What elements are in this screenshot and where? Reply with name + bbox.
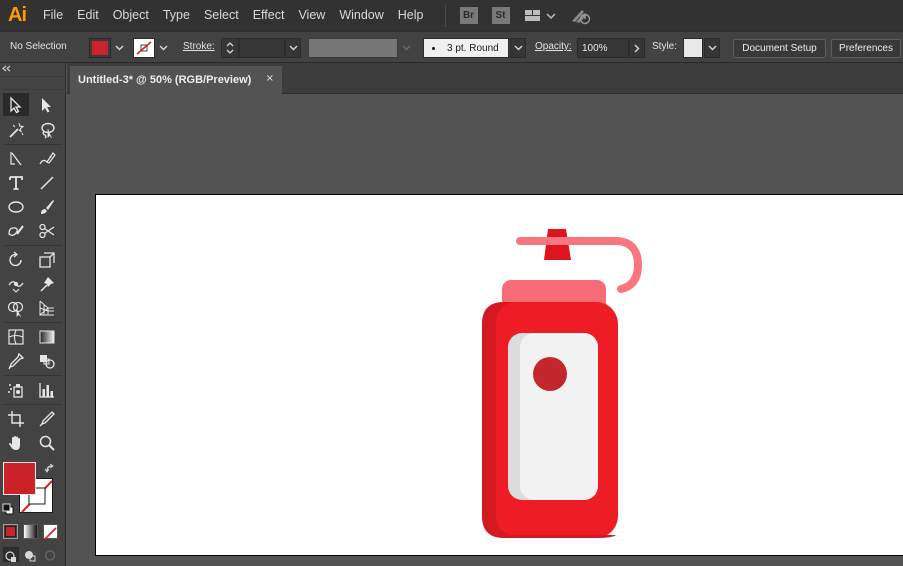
menu-view[interactable]: View	[291, 0, 332, 31]
canvas-area[interactable]	[67, 94, 903, 566]
ketchup-bottle-artwork[interactable]	[476, 225, 676, 545]
color-mode-button[interactable]	[3, 524, 18, 539]
puppet-warp-tool-icon[interactable]	[34, 272, 60, 295]
tool-group-divider	[4, 322, 62, 323]
shaper-tool-icon[interactable]	[3, 219, 29, 242]
rotate-tool-icon[interactable]	[3, 248, 29, 271]
gpu-performance-icon[interactable]	[570, 7, 592, 25]
free-transform-tool-icon[interactable]	[34, 248, 60, 271]
draw-normal-icon[interactable]	[3, 547, 19, 562]
stroke-label[interactable]: Stroke:	[183, 41, 215, 52]
fill-swatch[interactable]	[3, 462, 36, 495]
menu-effect[interactable]: Effect	[246, 0, 292, 31]
tool-group-divider	[4, 375, 62, 376]
menu-object[interactable]: Object	[106, 0, 156, 31]
menu-bar: Ai File Edit Object Type Select Effect V…	[0, 0, 903, 31]
collapse-panel-icon[interactable]	[2, 65, 12, 75]
draw-behind-icon[interactable]	[23, 547, 39, 562]
fill-dropdown-chevron-icon[interactable]	[112, 38, 126, 58]
artboard-tool-icon[interactable]	[3, 407, 29, 430]
menu-type[interactable]: Type	[156, 0, 197, 31]
preferences-button[interactable]: Preferences	[831, 39, 901, 58]
menu-help[interactable]: Help	[391, 0, 431, 31]
label-dot	[533, 357, 567, 391]
selection-tool-icon[interactable]	[3, 93, 29, 116]
none-icon	[44, 527, 57, 540]
scissors-tool-icon[interactable]	[34, 219, 60, 242]
opacity-label[interactable]: Opacity:	[535, 41, 572, 52]
close-tab-icon[interactable]: ×	[266, 73, 274, 84]
menu-file[interactable]: File	[36, 0, 70, 31]
lasso-tool-icon[interactable]	[34, 118, 60, 141]
stroke-weight-chevron-icon[interactable]	[285, 38, 301, 58]
menu-edit[interactable]: Edit	[70, 0, 106, 31]
control-bar: No Selection Stroke: 3 pt. Round Opacity…	[0, 31, 903, 63]
tool-group-divider	[4, 245, 62, 246]
workspace-switcher-icon[interactable]	[524, 8, 558, 24]
ellipse-tool-icon[interactable]	[3, 195, 29, 218]
style-label: Style:	[652, 41, 678, 52]
tool-group-divider	[4, 144, 62, 145]
tools-panel	[0, 63, 66, 566]
stock-button[interactable]: St	[491, 7, 510, 24]
style-chevron-icon[interactable]	[704, 38, 720, 58]
document-tab-title: Untitled-3* @ 50% (RGB/Preview)	[78, 74, 252, 86]
symbol-sprayer-tool-icon[interactable]	[3, 378, 29, 401]
draw-inside-icon[interactable]	[43, 547, 59, 562]
direct-selection-tool-icon[interactable]	[34, 93, 60, 116]
mesh-tool-icon[interactable]	[3, 325, 29, 348]
profile-chevron-icon[interactable]	[399, 38, 413, 58]
type-tool-icon[interactable]	[3, 171, 29, 194]
opacity-arrow-icon[interactable]	[629, 38, 645, 58]
color-mode-chip	[5, 526, 16, 537]
hand-tool-icon[interactable]	[3, 431, 29, 454]
artboard[interactable]	[95, 194, 903, 556]
stroke-dropdown-chevron-icon[interactable]	[156, 38, 170, 58]
paintbrush-tool-icon[interactable]	[34, 195, 60, 218]
brush-chevron-icon[interactable]	[510, 38, 526, 58]
brush-definition-field[interactable]: 3 pt. Round	[423, 38, 509, 58]
document-setup-button[interactable]: Document Setup	[733, 39, 826, 58]
line-segment-tool-icon[interactable]	[34, 171, 60, 194]
brush-definition-value: 3 pt. Round	[447, 42, 499, 54]
menu-select[interactable]: Select	[197, 0, 246, 31]
magic-wand-tool-icon[interactable]	[3, 118, 29, 141]
document-tab-bar: Untitled-3* @ 50% (RGB/Preview) ×	[67, 63, 903, 94]
shape-builder-tool-icon[interactable]	[3, 296, 29, 319]
fill-color-swatch[interactable]	[89, 38, 111, 58]
graphic-style-swatch[interactable]	[683, 38, 703, 58]
tool-group-divider	[4, 404, 62, 405]
app-logo: Ai	[8, 4, 27, 26]
gradient-mode-button[interactable]	[23, 524, 38, 539]
panel-grip[interactable]	[0, 76, 66, 90]
bridge-button[interactable]: Br	[459, 7, 478, 24]
stroke-weight-stepper[interactable]	[221, 38, 239, 58]
none-mode-button[interactable]	[43, 524, 58, 540]
fill-color-chip	[92, 41, 108, 55]
document-tab[interactable]: Untitled-3* @ 50% (RGB/Preview) ×	[70, 66, 282, 94]
stepper-arrows-icon	[226, 42, 234, 54]
column-graph-tool-icon[interactable]	[34, 378, 60, 401]
selection-status: No Selection	[10, 41, 67, 52]
width-tool-icon[interactable]	[3, 272, 29, 295]
stroke-weight-field[interactable]	[239, 38, 285, 58]
brush-dot-icon	[432, 46, 435, 50]
stroke-color-swatch[interactable]	[133, 38, 155, 58]
illustrator-window: Ai File Edit Object Type Select Effect V…	[0, 0, 903, 566]
opacity-field[interactable]: 100%	[577, 38, 629, 58]
menu-separator	[444, 4, 446, 27]
no-stroke-icon	[136, 41, 152, 55]
eyedropper-tool-icon[interactable]	[3, 349, 29, 372]
gradient-tool-icon[interactable]	[34, 325, 60, 348]
perspective-grid-tool-icon[interactable]	[34, 296, 60, 319]
pen-tool-icon[interactable]	[3, 147, 29, 170]
bottle-label-highlight	[520, 333, 598, 500]
slice-tool-icon[interactable]	[34, 407, 60, 430]
menu-window[interactable]: Window	[332, 0, 390, 31]
default-fill-stroke-icon[interactable]	[2, 501, 15, 520]
variable-width-profile[interactable]	[308, 38, 398, 58]
zoom-tool-icon[interactable]	[34, 431, 60, 454]
curvature-tool-icon[interactable]	[34, 147, 60, 170]
blend-tool-icon[interactable]	[34, 349, 60, 372]
